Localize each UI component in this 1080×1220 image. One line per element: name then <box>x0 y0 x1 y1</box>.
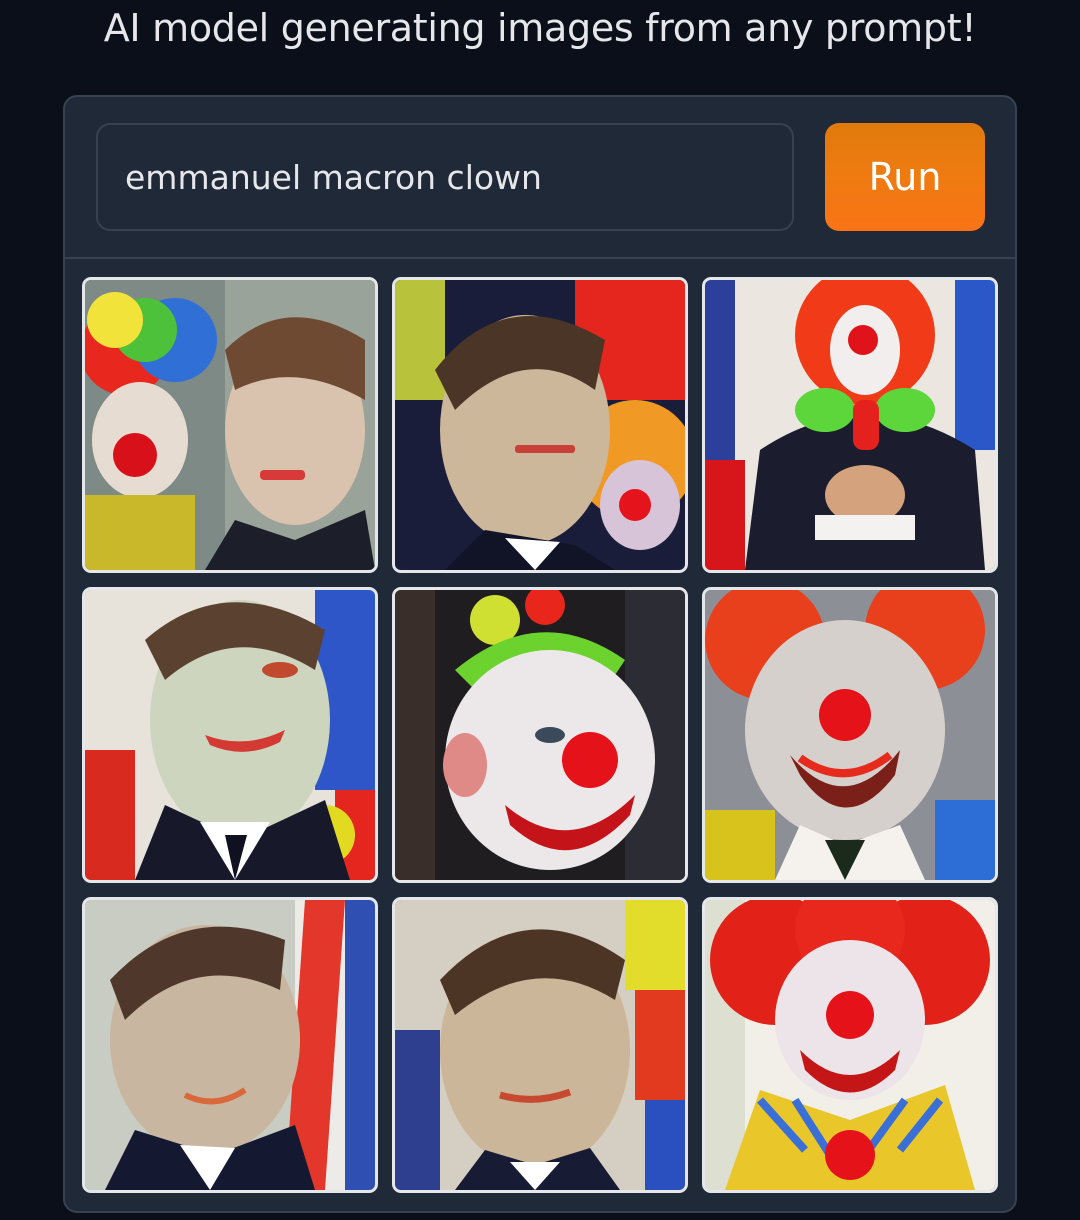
prompt-input[interactable] <box>96 123 794 231</box>
run-button[interactable]: Run <box>825 123 985 231</box>
generated-image-6[interactable] <box>702 587 998 883</box>
generated-image-5[interactable] <box>392 587 688 883</box>
generated-image-3-art <box>705 280 995 570</box>
generated-image-9-art <box>705 900 995 1190</box>
page-subtitle: AI model generating images from any prom… <box>103 6 977 50</box>
prompt-row: Run <box>65 97 1015 259</box>
generated-image-3[interactable] <box>702 277 998 573</box>
generated-image-1-art <box>85 280 375 570</box>
generated-image-4[interactable] <box>82 587 378 883</box>
image-gallery <box>82 277 998 1193</box>
generated-image-4-art <box>85 590 375 880</box>
generator-panel: Run <box>63 95 1017 1213</box>
generated-image-7[interactable] <box>82 897 378 1193</box>
generated-image-2-art <box>395 280 685 570</box>
generated-image-2[interactable] <box>392 277 688 573</box>
generated-image-5-art <box>395 590 685 880</box>
generated-image-8[interactable] <box>392 897 688 1193</box>
generated-image-6-art <box>705 590 995 880</box>
page: AI model generating images from any prom… <box>0 0 1080 1220</box>
generated-image-7-art <box>85 900 375 1190</box>
generated-image-8-art <box>395 900 685 1190</box>
generated-image-9[interactable] <box>702 897 998 1193</box>
generated-image-1[interactable] <box>82 277 378 573</box>
